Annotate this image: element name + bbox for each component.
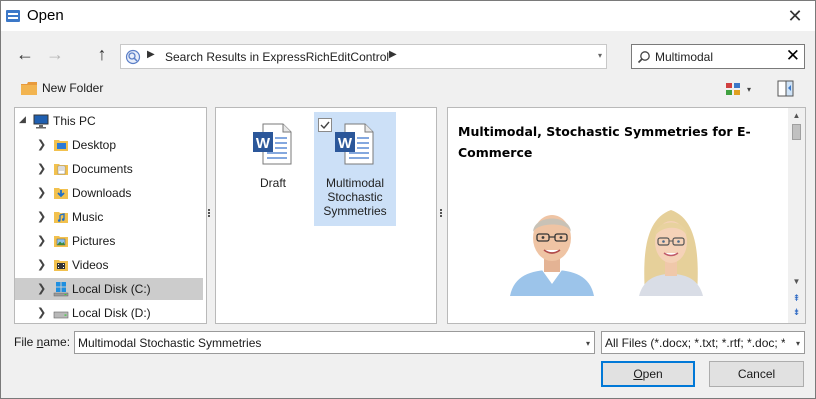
forward-arrow-icon[interactable]: →	[44, 43, 66, 65]
open-dialog-icon	[6, 10, 20, 22]
word-document-icon: W	[253, 123, 292, 165]
man-portrait-photo	[504, 200, 600, 296]
tree-item-pictures[interactable]: ❯ Pictures	[15, 230, 203, 252]
windows-drive-icon	[53, 282, 69, 297]
file-name-label-post: ame:	[43, 335, 71, 349]
checkmark-icon	[320, 121, 330, 130]
tree-item-label: This PC	[53, 114, 96, 128]
tree-collapse-icon[interactable]: ❯	[37, 258, 46, 271]
address-bar[interactable]: ▶ Search Results in ExpressRichEditContr…	[120, 44, 607, 69]
address-separator[interactable]: ▶	[147, 49, 155, 60]
tree-collapse-icon[interactable]: ❯	[37, 282, 46, 295]
tree-item-label: Pictures	[72, 234, 116, 248]
tree-item-label: Videos	[72, 258, 109, 272]
tree-item-label: Local Disk (C:)	[72, 282, 151, 296]
file-name-combobox[interactable]: Multimodal Stochastic Symmetries ▾	[74, 331, 595, 354]
pictures-folder-icon	[54, 236, 68, 247]
downloads-folder-icon	[54, 188, 68, 199]
computer-icon	[33, 114, 49, 129]
tree-collapse-icon[interactable]: ❯	[37, 162, 46, 175]
scroll-down-button[interactable]: ▼	[788, 274, 805, 290]
tree-expand-icon[interactable]: ◢	[19, 114, 26, 125]
tree-collapse-icon[interactable]: ❯	[37, 186, 46, 199]
tree-collapse-icon[interactable]: ❯	[37, 234, 46, 247]
tree-item-music[interactable]: ❯ Music	[15, 206, 203, 228]
tree-item-label: Desktop	[72, 138, 117, 152]
tree-collapse-icon[interactable]: ❯	[37, 306, 46, 319]
preview-pane-icon[interactable]	[777, 80, 794, 97]
desktop-folder-icon	[54, 140, 68, 151]
search-icon	[637, 51, 650, 64]
page-up-button[interactable]: ⇞	[788, 292, 805, 304]
search-input[interactable]: Multimodal	[655, 50, 713, 64]
preview-splitter[interactable]	[440, 209, 443, 221]
tree-item-videos[interactable]: ❯ Videos	[15, 254, 203, 276]
open-button-label: pen	[642, 367, 663, 381]
title-bar: Open ✕	[1, 1, 815, 31]
tree-collapse-icon[interactable]: ❯	[37, 138, 46, 151]
open-dialog: Open ✕ ← → ↑ ▶ Search Results in Express…	[0, 0, 816, 399]
file-item-draft[interactable]: W Draft	[232, 112, 314, 226]
videos-folder-icon	[54, 260, 68, 271]
page-down-button[interactable]: ⇟	[788, 306, 805, 318]
tree-item-documents[interactable]: ❯ Documents	[15, 158, 203, 180]
tree-item-label: Downloads	[72, 186, 132, 200]
file-type-select[interactable]: All Files (*.docx; *.txt; *.rtf; *.doc; …	[601, 331, 805, 354]
documents-folder-icon	[54, 164, 68, 175]
window-title: Open	[27, 7, 64, 24]
file-item-multimodal[interactable]: W Multimodal Stochastic Symmetries	[314, 112, 396, 226]
preview-document-title: Multimodal, Stochastic Symmetries for E-…	[458, 124, 751, 160]
drive-icon	[53, 311, 69, 319]
new-folder-label: New Folder	[42, 81, 104, 95]
view-dropdown-icon[interactable]: ▾	[747, 85, 751, 94]
search-box[interactable]: Multimodal ✕	[631, 44, 805, 69]
word-document-icon: W	[335, 123, 374, 165]
navigation-tree[interactable]: ◢ This PC ❯ Desktop ❯ Documents ❯ Downlo…	[14, 107, 207, 324]
svg-text:W: W	[338, 135, 353, 152]
tree-item-label: Local Disk (D:)	[72, 306, 151, 320]
preview-scrollbar[interactable]: ▲ ▼ ⇞ ⇟	[788, 108, 805, 323]
file-name-input[interactable]: Multimodal Stochastic Symmetries	[78, 336, 261, 350]
cancel-button[interactable]: Cancel	[709, 361, 804, 387]
chevron-down-icon[interactable]: ▾	[586, 339, 590, 348]
file-name-label-pre: File	[14, 335, 37, 349]
woman-portrait-photo	[623, 200, 719, 296]
folder-icon	[21, 82, 37, 95]
back-arrow-icon[interactable]: ←	[14, 43, 36, 65]
music-folder-icon	[54, 212, 68, 223]
tree-item-local-disk-c[interactable]: ❯ Local Disk (C:)	[15, 278, 203, 300]
file-checkbox[interactable]	[318, 118, 332, 132]
address-path[interactable]: Search Results in ExpressRichEditControl	[165, 50, 389, 64]
file-name-line: Symmetries	[323, 204, 387, 218]
file-name-line: Multimodal	[325, 176, 385, 190]
open-button[interactable]: Open	[601, 361, 695, 387]
view-options-icon[interactable]	[725, 81, 741, 97]
search-results-icon	[125, 49, 141, 65]
file-type-value[interactable]: All Files (*.docx; *.txt; *.rtf; *.doc; …	[605, 336, 785, 350]
tree-item-label: Music	[72, 210, 104, 224]
clear-icon[interactable]: ✕	[786, 46, 800, 66]
tree-item-label: Documents	[72, 162, 133, 176]
open-button-key: O	[633, 367, 643, 381]
up-arrow-icon[interactable]: ↑	[91, 43, 113, 65]
tree-item-this-pc[interactable]: ◢ This PC	[15, 110, 203, 132]
file-name-label: File name:	[14, 335, 70, 349]
file-name-line: Stochastic	[327, 190, 383, 204]
tree-splitter[interactable]	[208, 209, 211, 221]
chevron-down-icon[interactable]: ▾	[796, 339, 800, 348]
address-trailing-separator[interactable]: ▶	[389, 49, 397, 60]
scroll-up-button[interactable]: ▲	[788, 108, 805, 124]
tree-item-local-disk-d[interactable]: ❯ Local Disk (D:)	[15, 302, 203, 323]
tree-item-desktop[interactable]: ❯ Desktop	[15, 134, 203, 156]
close-icon[interactable]: ✕	[783, 5, 807, 27]
file-name-label: Draft	[259, 176, 286, 190]
file-list[interactable]: W Draft W Multimodal Stochastic Symmetri…	[215, 107, 437, 324]
address-dropdown-icon[interactable]: ▾	[598, 51, 602, 60]
tree-collapse-icon[interactable]: ❯	[37, 210, 46, 223]
svg-text:W: W	[256, 135, 271, 152]
tree-item-downloads[interactable]: ❯ Downloads	[15, 182, 203, 204]
scroll-thumb[interactable]	[792, 124, 801, 140]
preview-pane: Multimodal, Stochastic Symmetries for E-…	[447, 107, 806, 324]
